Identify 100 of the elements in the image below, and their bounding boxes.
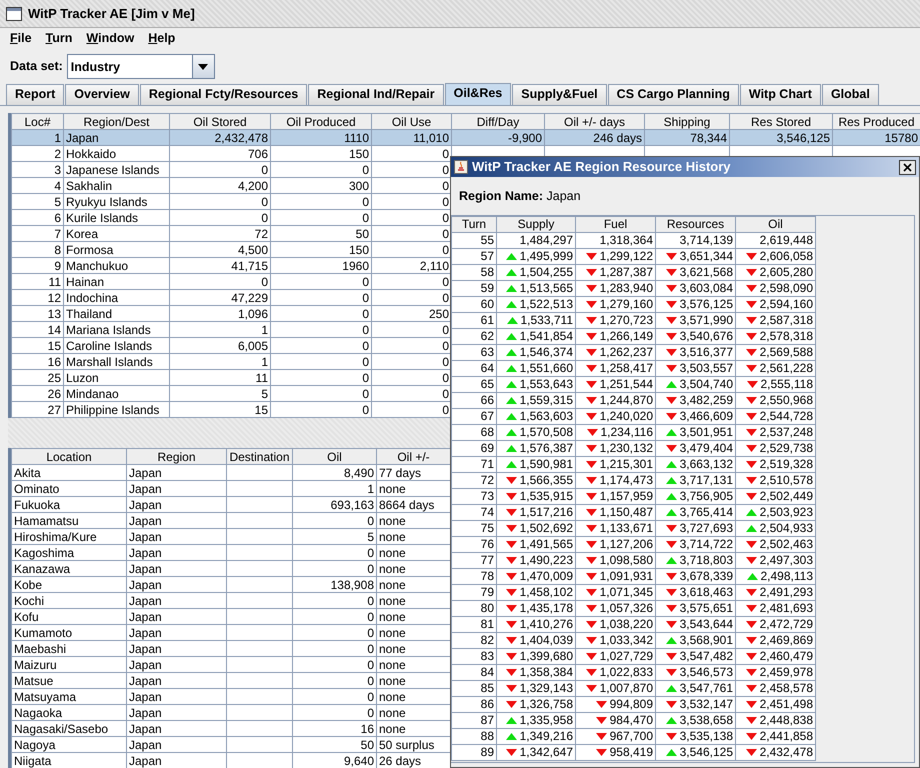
table-cell: 1,358,384 (520, 665, 573, 680)
table-cell: 2,502,463 (760, 537, 813, 552)
table-cell: 3,503,557 (680, 361, 733, 376)
table-cell: 3,663,132 (680, 457, 733, 472)
table-cell: 1,495,999 (520, 249, 573, 264)
table-cell: 3,621,568 (680, 265, 733, 280)
table-cell: 0 (292, 640, 376, 656)
table-cell: 1,230,132 (600, 441, 653, 456)
table-cell: 3,714,139 (680, 233, 733, 248)
table-cell: Matsue (12, 672, 126, 688)
table-cell: 1,287,387 (600, 265, 653, 280)
table-cell: Akita (12, 464, 126, 480)
dialog-title: WitP Tracker AE Region Resource History (472, 158, 731, 176)
table-cell: Japan (126, 704, 226, 720)
region-name-label: Region Name: (459, 189, 544, 203)
table-cell: 2,606,058 (760, 249, 813, 264)
table-cell: 2,594,160 (760, 297, 813, 312)
table-cell: 1,491,565 (520, 537, 573, 552)
table-cell: 2,458,578 (760, 681, 813, 696)
table-cell: 5 (292, 528, 376, 544)
table-cell: 1,551,660 (520, 361, 573, 376)
table-cell: 0 (292, 656, 376, 672)
table-cell: 2,529,738 (760, 441, 813, 456)
table-cell: 1,326,758 (520, 697, 573, 712)
table-cell: 3,516,377 (680, 345, 733, 360)
table-cell: 73 (480, 489, 494, 504)
table-cell: 1,535,915 (520, 489, 573, 504)
table-cell: 84 (480, 665, 494, 680)
table-cell: 55 (480, 233, 494, 248)
table-cell: 967,700 (610, 729, 653, 744)
table-cell: 693,163 (292, 496, 376, 512)
table-cell: 994,809 (610, 697, 653, 712)
table-cell: Niigata (12, 752, 126, 768)
table-cell: 2,469,869 (760, 633, 813, 648)
table-cell: 2,519,328 (760, 457, 813, 472)
table-cell: 0 (292, 608, 376, 624)
table-cell: 87 (480, 713, 494, 728)
table-cell: Japan (126, 576, 226, 592)
table-cell: 1,541,854 (520, 329, 573, 344)
table-cell: 0 (292, 512, 376, 528)
table-cell: 61 (480, 313, 494, 328)
table-cell: 3,504,740 (680, 377, 733, 392)
table-cell: 3,540,676 (680, 329, 733, 344)
table-cell: 3,765,414 (680, 505, 733, 520)
table-cell: 2,460,479 (760, 649, 813, 664)
table-cell: 65 (480, 377, 494, 392)
data-set-label: Data set: (10, 58, 63, 76)
table-cell: 1,502,692 (520, 521, 573, 536)
table-cell: 3,718,803 (680, 553, 733, 568)
table-cell: 3,717,131 (680, 473, 733, 488)
table-cell: 1,240,020 (600, 409, 653, 424)
table-cell: 1,215,301 (600, 457, 653, 472)
table-cell: 74 (480, 505, 494, 520)
table-cell: 3,538,658 (680, 713, 733, 728)
table-cell: 3,575,651 (680, 601, 733, 616)
table-cell: 3,571,990 (680, 313, 733, 328)
table-cell: 3,651,344 (680, 249, 733, 264)
table-cell: 2,578,318 (760, 329, 813, 344)
table-cell: 1,484,297 (520, 233, 573, 248)
table-cell: 1 (292, 480, 376, 496)
table-cell: Nagasaki/Sasebo (12, 720, 126, 736)
table-cell: 1,553,643 (520, 377, 573, 392)
table-cell: 81 (480, 617, 494, 632)
table-cell: 2,441,858 (760, 729, 813, 744)
table-cell: 1,244,870 (600, 393, 653, 408)
table-cell: 1,251,544 (600, 377, 653, 392)
table-cell: Japan (126, 608, 226, 624)
table-cell: 1,022,833 (600, 665, 653, 680)
table-cell: 1,399,680 (520, 649, 573, 664)
table-cell: Japan (126, 640, 226, 656)
table-cell: 2,491,293 (760, 585, 813, 600)
table-cell: 1,234,116 (600, 425, 653, 440)
table-cell: 63 (480, 345, 494, 360)
table-cell: 69 (480, 441, 494, 456)
table-cell: Japan (126, 528, 226, 544)
table-cell: 1,127,206 (600, 537, 653, 552)
table-cell: 1,299,122 (600, 249, 653, 264)
table-cell: Japan (126, 736, 226, 752)
table-cell: 2,619,448 (760, 233, 813, 248)
table-cell: 3,576,125 (680, 297, 733, 312)
table-cell: 62 (480, 329, 494, 344)
table-cell: Japan (126, 672, 226, 688)
table-cell: 1,091,931 (600, 569, 653, 584)
table-cell: 1,458,102 (520, 585, 573, 600)
table-cell: 2,605,280 (760, 265, 813, 280)
table-cell: 1,157,959 (600, 489, 653, 504)
table-cell: 89 (480, 745, 494, 760)
table-cell: 80 (480, 601, 494, 616)
table-cell: 958,419 (610, 745, 653, 760)
table-cell: 58 (480, 265, 494, 280)
table-cell: 3,546,125 (680, 745, 733, 760)
table-cell: Japan (126, 624, 226, 640)
table-cell: Nagoya (12, 736, 126, 752)
table-cell: 1,266,149 (600, 329, 653, 344)
table-cell: 1,342,647 (520, 745, 573, 760)
table-cell: 1,533,711 (520, 313, 573, 328)
region-name-value: Japan (546, 189, 581, 203)
table-cell: 2,432,478 (760, 745, 813, 760)
table-cell: 82 (480, 633, 494, 648)
table-cell: 1,349,216 (520, 729, 573, 744)
